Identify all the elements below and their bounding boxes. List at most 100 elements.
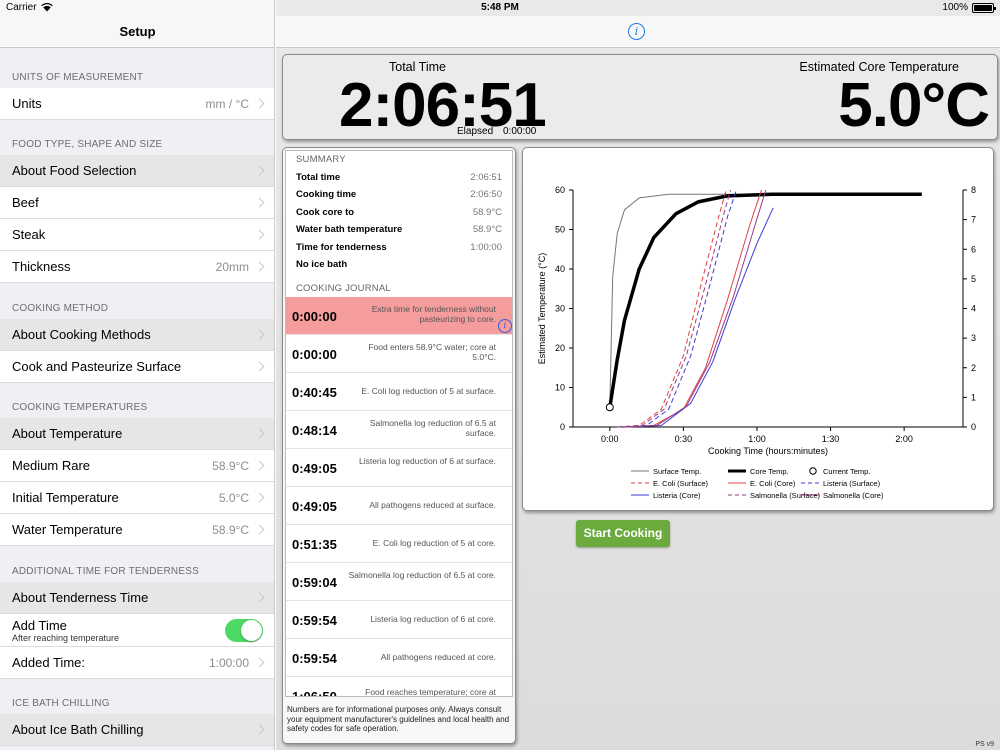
row-initial-temperature[interactable]: Initial Temperature 5.0°C (0, 482, 274, 514)
row-label: About Tenderness Time (12, 590, 149, 605)
y2-tick-label: 3 (971, 333, 976, 343)
disclaimer-text: Numbers are for informational purposes o… (287, 705, 510, 733)
row-thickness[interactable]: Thickness 20mm (0, 251, 274, 283)
row-value: 20mm (215, 259, 249, 274)
y2-tick-label: 4 (971, 304, 976, 314)
version-label: PS v9 (975, 741, 994, 748)
summary-row: Cook core to 58.9°C (296, 207, 502, 218)
y-tick-label: 10 (555, 383, 565, 393)
row-label: Water Temperature (12, 522, 123, 537)
section-header-cooking-method: COOKING METHOD (12, 303, 109, 314)
sidebar: Setup UNITS OF MEASUREMENT Units mm / °C… (0, 0, 275, 750)
info-icon[interactable]: i (498, 319, 512, 333)
y2-tick-label: 5 (971, 274, 976, 284)
row-water-temperature[interactable]: Water Temperature 58.9°C (0, 514, 274, 546)
legend-label: E. Coli (Surface) (653, 479, 709, 488)
x-tick-label: 1:00 (748, 434, 766, 444)
y2-tick-label: 0 (971, 422, 976, 432)
clock: 5:48 PM (481, 2, 519, 13)
top-nav-bar: i (276, 16, 1000, 48)
journal-entry: 1:06:50 Food reaches temperature; core a… (286, 677, 512, 697)
row-beef[interactable]: Beef (0, 187, 274, 219)
section-header-food: FOOD TYPE, SHAPE AND SIZE (12, 139, 163, 150)
journal-entry: 0:48:14 Salmonella log reduction of 6.5 … (286, 411, 512, 449)
chevron-right-icon (254, 165, 265, 176)
journal-text: All pathogens reduced at core. (380, 652, 496, 662)
row-label: Units (12, 96, 42, 111)
row-steak[interactable]: Steak (0, 219, 274, 251)
status-right: 100% (942, 2, 996, 13)
series-line-core-temp- (608, 192, 922, 408)
journal-time: 1:06:50 (292, 689, 337, 697)
row-cook-and-pasteurize[interactable]: Cook and Pasteurize Surface (0, 351, 274, 383)
row-value: 1:00:00 (208, 655, 249, 670)
start-cooking-button[interactable]: Start Cooking (576, 520, 670, 547)
journal-time: 0:00:00 (292, 309, 337, 324)
y-tick-label: 20 (555, 343, 565, 353)
row-value: mm / °C (205, 96, 249, 111)
journal-text: Listeria log reduction of 6 at core. (370, 614, 496, 624)
journal-text: Listeria log reduction of 6 at surface. (358, 456, 496, 466)
row-medium-rare[interactable]: Medium Rare 58.9°C (0, 450, 274, 482)
row-about-food-selection[interactable]: About Food Selection (0, 155, 274, 187)
legend-label: E. Coli (Core) (750, 479, 796, 488)
journal-entry: 0:59:54 Listeria log reduction of 6 at c… (286, 601, 512, 639)
y2-tick-label: 7 (971, 215, 976, 225)
journal-entry: 0:51:35 E. Coli log reduction of 5 at co… (286, 525, 512, 563)
elapsed-value: 0:00:00 (503, 126, 537, 137)
chevron-right-icon (254, 724, 265, 735)
add-time-toggle[interactable] (225, 619, 263, 642)
series-line-salmonella-surface- (617, 189, 731, 428)
journal-entry: 0:40:45 E. Coli log reduction of 5 at su… (286, 373, 512, 411)
journal-text: Food reaches temperature; core at (365, 687, 496, 697)
y2-tick-label: 1 (971, 392, 976, 402)
chevron-right-icon (254, 197, 265, 208)
row-label: Added Time: (12, 655, 85, 670)
main-area: i Total Time 2:06:51 Elapsed 0:00:00 Est… (276, 0, 1000, 750)
row-label: About Temperature (12, 426, 123, 441)
journal-text: Extra time for tenderness without pasteu… (371, 304, 496, 324)
temperature-chart: 0 10 20 30 40 50 60 0 1 2 3 4 5 6 7 8 0:00 0:30 1:00 1:30 2:… (537, 185, 976, 500)
series-line-listeria-core- (624, 207, 774, 428)
journal-entry[interactable]: 0:00:00 Extra time for tenderness withou… (286, 297, 512, 335)
series-line-e-coli-surface- (617, 189, 727, 428)
section-header-tenderness: ADDITIONAL TIME FOR TENDERNESS (12, 566, 199, 577)
row-sublabel: After reaching temperature (12, 633, 120, 643)
summary-value: 58.9°C (472, 207, 502, 218)
row-value: 58.9°C (212, 522, 249, 537)
series-line-listeria-surface- (617, 189, 737, 428)
journal-entry: 0:00:00 Food enters 58.9°C water; core a… (286, 335, 512, 373)
y-tick-label: 60 (555, 185, 565, 195)
row-label: Initial Temperature (12, 490, 119, 505)
journal-header: COOKING JOURNAL (296, 283, 391, 294)
summary-value: 1:00:00 (470, 242, 502, 253)
row-added-time[interactable]: Added Time: 1:00:00 (0, 647, 274, 679)
section-header-ice-bath: ICE BATH CHILLING (12, 698, 110, 709)
summary-label: No ice bath (296, 259, 348, 270)
journal-time: 0:59:54 (292, 651, 337, 666)
legend-label: Current Temp. (823, 467, 870, 476)
y-tick-label: 40 (555, 264, 565, 274)
summary-label: Time for tenderness (296, 242, 387, 253)
summary-scroll[interactable]: SUMMARY Total time 2:06:51 Cooking time 2:… (285, 150, 513, 697)
row-units[interactable]: Units mm / °C (0, 88, 274, 120)
row-about-cooking-methods[interactable]: About Cooking Methods (0, 319, 274, 351)
row-label: Medium Rare (12, 458, 91, 473)
journal-time: 0:49:05 (292, 499, 337, 514)
section-header-temperatures: COOKING TEMPERATURES (12, 402, 148, 413)
x-tick-label: 1:30 (822, 434, 840, 444)
legend-swatch (809, 467, 817, 475)
row-about-ice-bath[interactable]: About Ice Bath Chilling (0, 714, 274, 746)
chevron-right-icon (254, 524, 265, 535)
chevron-right-icon (254, 492, 265, 503)
chevron-right-icon (254, 361, 265, 372)
row-add-time: Add Time After reaching temperature (0, 614, 274, 647)
journal-text: Food enters 58.9°C water; core at 5.0°C. (368, 342, 496, 362)
info-icon[interactable]: i (628, 23, 645, 40)
y2-tick-label: 8 (971, 185, 976, 195)
row-about-tenderness-time[interactable]: About Tenderness Time (0, 582, 274, 614)
row-about-temperature[interactable]: About Temperature (0, 418, 274, 450)
chevron-right-icon (254, 657, 265, 668)
summary-label: Water bath temperature (296, 224, 403, 235)
section-header-units: UNITS OF MEASUREMENT (12, 72, 144, 83)
